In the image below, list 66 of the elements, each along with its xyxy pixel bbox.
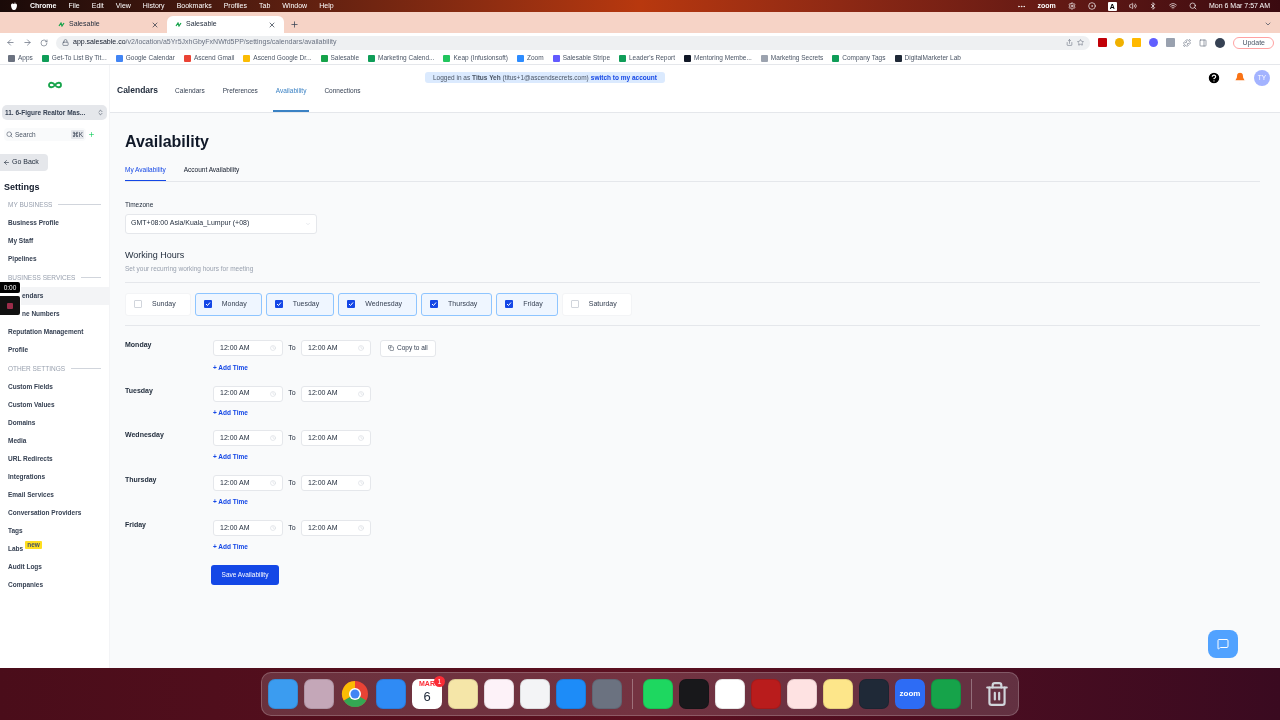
settings-heading: Settings bbox=[3, 181, 41, 194]
check-icon bbox=[204, 301, 211, 308]
checkbox[interactable] bbox=[570, 300, 579, 309]
chat-icon bbox=[1217, 638, 1229, 650]
reload-icon[interactable] bbox=[40, 38, 48, 47]
help-icon[interactable] bbox=[1207, 70, 1221, 85]
favicon bbox=[175, 22, 182, 27]
clock-icon bbox=[358, 435, 364, 442]
app-icon[interactable] bbox=[304, 679, 334, 709]
back-icon[interactable] bbox=[6, 38, 15, 47]
app-icon[interactable] bbox=[715, 679, 745, 709]
section-title: Working Hours bbox=[125, 248, 186, 262]
close-icon[interactable] bbox=[268, 20, 276, 29]
clock-icon bbox=[358, 390, 364, 397]
check-icon bbox=[506, 301, 513, 308]
chrome-icon[interactable] bbox=[340, 679, 370, 709]
wifi-icon[interactable] bbox=[1168, 2, 1177, 10]
section-title: Calendars bbox=[117, 84, 159, 98]
clock-icon bbox=[270, 390, 276, 397]
arrow-left-icon bbox=[3, 159, 10, 166]
calendar-day: 6 bbox=[423, 688, 431, 706]
checkbox[interactable] bbox=[430, 300, 439, 309]
app-icon[interactable] bbox=[448, 679, 478, 709]
checkbox[interactable] bbox=[203, 300, 212, 309]
clock-icon bbox=[270, 524, 276, 531]
lock-icon bbox=[62, 39, 69, 46]
clock-icon bbox=[358, 480, 364, 486]
apple-icon[interactable] bbox=[10, 1, 18, 11]
clock-icon bbox=[358, 524, 364, 531]
app-icon[interactable] bbox=[643, 679, 673, 709]
stop-recording-button[interactable] bbox=[0, 296, 20, 315]
check-icon bbox=[348, 301, 355, 308]
page-title: Availability bbox=[125, 132, 210, 152]
chat-button[interactable] bbox=[1208, 630, 1238, 658]
copy-icon bbox=[388, 345, 394, 352]
bookmark-star-icon[interactable] bbox=[1077, 39, 1085, 46]
check-icon bbox=[431, 301, 438, 308]
checkbox[interactable] bbox=[505, 300, 514, 309]
record-icon[interactable] bbox=[1087, 2, 1096, 10]
app-icon[interactable] bbox=[787, 679, 817, 709]
check-icon bbox=[275, 301, 282, 308]
search-icon bbox=[6, 131, 13, 138]
checkbox[interactable] bbox=[274, 300, 283, 309]
checkbox[interactable] bbox=[347, 300, 356, 309]
clock-icon bbox=[270, 480, 276, 486]
app-icon[interactable] bbox=[484, 679, 514, 709]
logo-icon bbox=[47, 81, 62, 89]
clock-icon bbox=[358, 345, 364, 352]
favicon bbox=[58, 22, 65, 27]
notification-icon[interactable] bbox=[1233, 70, 1247, 85]
app-icon[interactable] bbox=[520, 679, 550, 709]
search-icon[interactable] bbox=[1188, 2, 1197, 10]
chevrons-icon bbox=[97, 109, 104, 116]
checkbox[interactable] bbox=[134, 300, 142, 309]
volume-icon[interactable] bbox=[1128, 2, 1137, 10]
profile-avatar[interactable] bbox=[1215, 37, 1226, 48]
clock-icon bbox=[270, 345, 276, 352]
app-icon[interactable] bbox=[823, 679, 853, 709]
bluetooth-icon[interactable] bbox=[1148, 2, 1157, 10]
new-tab-icon[interactable] bbox=[290, 20, 299, 29]
settings-icon[interactable] bbox=[1067, 2, 1076, 10]
app-icon[interactable]: zoom bbox=[895, 679, 925, 709]
clock-icon bbox=[270, 435, 276, 442]
tab-list-icon[interactable] bbox=[1264, 20, 1272, 28]
forward-icon[interactable] bbox=[23, 38, 32, 47]
close-icon[interactable] bbox=[151, 20, 159, 29]
